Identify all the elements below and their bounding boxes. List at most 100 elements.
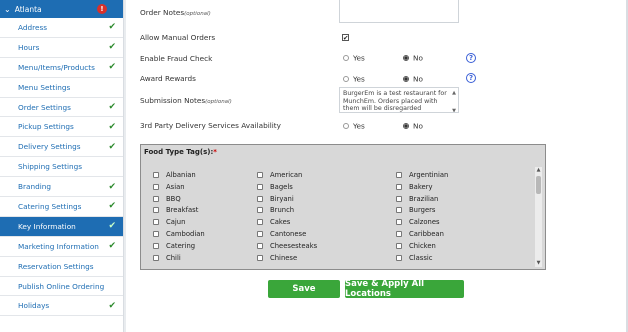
sidebar-item-address[interactable]: Address ✔ xyxy=(0,18,123,38)
fraud-check-yes-radio[interactable] xyxy=(343,55,349,61)
food-type-checkbox[interactable] xyxy=(396,207,402,214)
order-notes-label: Order Notes(optional) xyxy=(140,8,211,17)
food-type-checkbox[interactable] xyxy=(257,172,263,178)
food-type-checkbox[interactable] xyxy=(257,195,263,202)
food-type-option[interactable]: Caribbean xyxy=(396,230,444,238)
sidebar-item-holidays[interactable]: Holidays ✔ xyxy=(0,296,123,317)
food-type-checkbox[interactable] xyxy=(257,207,263,214)
scroll-down-icon[interactable]: ▼ xyxy=(535,260,542,267)
food-type-checkbox[interactable] xyxy=(257,254,263,261)
award-rewards-no[interactable]: No xyxy=(403,74,423,84)
sidebar-item-marketing-information[interactable]: Marketing Information ✔ xyxy=(0,236,123,257)
food-type-option[interactable]: Chinese xyxy=(257,254,297,262)
award-rewards-no-radio[interactable] xyxy=(403,76,409,82)
food-type-scrollbar[interactable]: ▲ ▼ xyxy=(535,167,542,267)
location-header[interactable]: ⌄ Atlanta ! xyxy=(0,0,123,18)
food-type-checkbox[interactable] xyxy=(153,207,159,214)
fraud-check-no-radio[interactable] xyxy=(403,55,409,61)
allow-manual-orders-checkbox[interactable]: ✔ xyxy=(342,34,349,41)
fraud-check-help-icon[interactable]: ? xyxy=(466,53,476,63)
food-type-option[interactable]: Cantonese xyxy=(257,230,306,238)
food-type-option[interactable]: Cakes xyxy=(257,218,290,226)
food-type-option[interactable]: Biryani xyxy=(257,195,294,203)
food-type-checkbox[interactable] xyxy=(257,242,263,249)
food-type-option[interactable]: BBQ xyxy=(153,195,181,203)
food-type-option[interactable]: Bakery xyxy=(396,183,433,191)
food-type-checkbox[interactable] xyxy=(396,183,402,190)
food-type-label: Argentinian xyxy=(409,171,449,179)
food-type-option[interactable]: Argentinian xyxy=(396,171,448,179)
food-type-option[interactable]: Catering xyxy=(153,242,195,250)
sidebar-item-catering-settings[interactable]: Catering Settings ✔ xyxy=(0,197,123,217)
sidebar-item-reservation-settings[interactable]: Reservation Settings xyxy=(0,256,123,277)
food-type-option[interactable]: Calzones xyxy=(396,218,440,226)
food-type-checkbox[interactable] xyxy=(153,219,159,226)
yes-label: Yes xyxy=(353,121,365,131)
sidebar-item-label: Holidays xyxy=(18,301,50,311)
third-party-no-radio[interactable] xyxy=(403,123,409,129)
submission-notes-value: BurgerEm is a test restaurant for MunchE… xyxy=(343,90,447,112)
food-type-checkbox[interactable] xyxy=(396,172,402,178)
order-notes-input[interactable] xyxy=(339,0,459,23)
food-type-option[interactable]: Classic xyxy=(396,254,433,262)
food-type-option[interactable]: Brazilian xyxy=(396,195,438,203)
food-type-option[interactable]: American xyxy=(257,171,302,179)
food-type-checkbox[interactable] xyxy=(396,219,402,226)
food-type-option[interactable]: Albanian xyxy=(153,171,196,179)
chevron-down-icon: ⌄ xyxy=(4,4,11,14)
scroll-thumb[interactable] xyxy=(536,176,541,194)
food-type-checkbox[interactable] xyxy=(396,231,402,237)
check-icon: ✔ xyxy=(108,201,116,212)
food-type-checkbox[interactable] xyxy=(257,231,263,237)
scroll-up-icon[interactable]: ▲ xyxy=(535,167,542,174)
submission-notes-input[interactable]: BurgerEm is a test restaurant for MunchE… xyxy=(339,87,459,113)
sidebar-item-pickup-settings[interactable]: Pickup Settings ✔ xyxy=(0,117,123,138)
food-type-label: American xyxy=(270,171,303,179)
save-apply-all-button[interactable]: Save & Apply All Locations xyxy=(345,279,464,299)
food-type-checkbox[interactable] xyxy=(153,172,159,178)
food-type-option[interactable]: Bagels xyxy=(257,183,293,191)
sidebar-item-key-information[interactable]: Key Information ✔ xyxy=(0,216,123,237)
food-type-checkbox[interactable] xyxy=(153,242,159,249)
award-rewards-help-icon[interactable]: ? xyxy=(466,73,476,83)
food-type-checkbox[interactable] xyxy=(257,219,263,226)
food-type-option[interactable]: Asian xyxy=(153,183,185,191)
food-type-option[interactable]: Breakfast xyxy=(153,206,198,214)
sidebar-item-delivery-settings[interactable]: Delivery Settings ✔ xyxy=(0,137,123,158)
food-type-option[interactable]: Chili xyxy=(153,254,181,262)
food-type-option[interactable]: Chicken xyxy=(396,242,436,250)
check-icon: ✔ xyxy=(108,62,116,73)
third-party-no[interactable]: No xyxy=(403,121,423,131)
award-rewards-yes-radio[interactable] xyxy=(343,76,349,82)
third-party-yes-radio[interactable] xyxy=(343,123,349,129)
food-type-checkbox[interactable] xyxy=(153,195,159,202)
food-type-checkbox[interactable] xyxy=(153,254,159,261)
optional-tag: (optional) xyxy=(205,99,232,105)
food-type-checkbox[interactable] xyxy=(257,183,263,190)
food-type-option[interactable]: Burgers xyxy=(396,206,435,214)
food-type-option[interactable]: Cajun xyxy=(153,218,185,226)
fraud-check-yes[interactable]: Yes xyxy=(343,53,365,63)
food-type-option[interactable]: Cambodian xyxy=(153,230,205,238)
food-type-checkbox[interactable] xyxy=(396,254,402,261)
sidebar-item-publish-online-ordering[interactable]: Publish Online Ordering xyxy=(0,276,123,297)
food-type-label: Biryani xyxy=(270,194,294,203)
sidebar-item-menu-settings[interactable]: Menu Settings xyxy=(0,77,123,98)
food-type-option[interactable]: Brunch xyxy=(257,206,294,214)
fraud-check-no[interactable]: No xyxy=(403,53,423,63)
food-type-checkbox[interactable] xyxy=(396,242,402,249)
sidebar-item-order-settings[interactable]: Order Settings ✔ xyxy=(0,97,123,118)
save-button[interactable]: Save xyxy=(268,280,340,298)
sidebar-item-branding[interactable]: Branding ✔ xyxy=(0,177,123,198)
food-type-option[interactable]: Cheesesteaks xyxy=(257,242,317,250)
sidebar-item-hours[interactable]: Hours ✔ xyxy=(0,37,123,58)
sidebar-item-menu-items-products[interactable]: Menu/Items/Products ✔ xyxy=(0,57,123,78)
food-type-checkbox[interactable] xyxy=(396,195,402,202)
third-party-yes[interactable]: Yes xyxy=(343,121,365,131)
food-type-checkbox[interactable] xyxy=(153,183,159,190)
notes-scrollbar[interactable]: ▲ ▼ xyxy=(451,89,457,112)
food-type-label: Calzones xyxy=(409,218,440,227)
sidebar-item-shipping-settings[interactable]: Shipping Settings xyxy=(0,157,123,178)
food-type-checkbox[interactable] xyxy=(153,231,159,237)
award-rewards-yes[interactable]: Yes xyxy=(343,74,365,84)
